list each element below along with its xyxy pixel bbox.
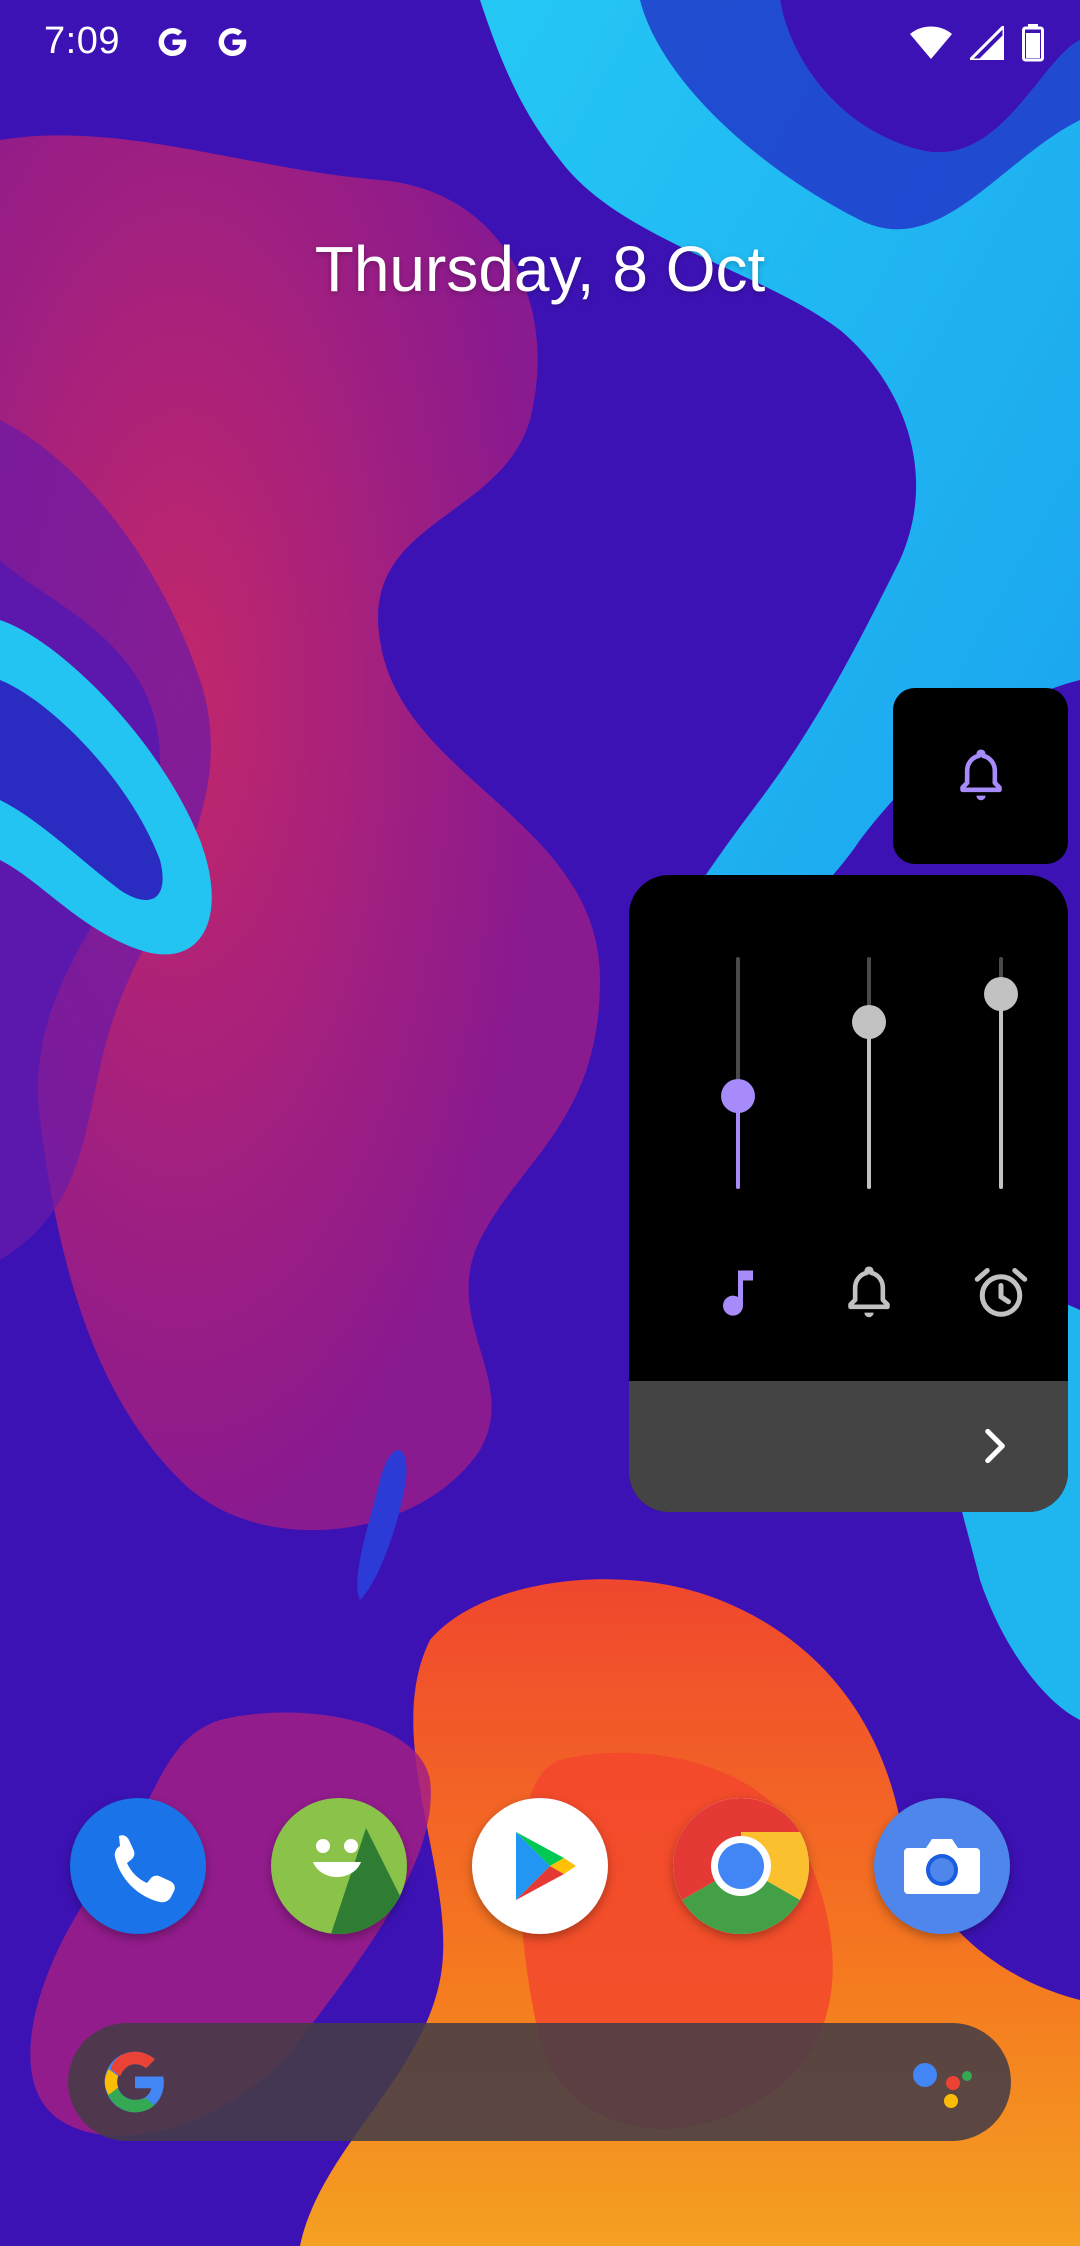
volume-panel [629,875,1068,1512]
google-g-icon [158,28,187,56]
status-time: 7:09 [44,20,120,62]
play-store-icon[interactable] [472,1798,608,1934]
status-bar: 7:09 [0,0,1080,90]
ring-volume-slider[interactable] [849,957,889,1189]
ringer-mode-button[interactable] [893,688,1068,864]
camera-icon[interactable] [874,1798,1010,1934]
battery-icon [1022,24,1044,62]
volume-settings-footer[interactable] [629,1381,1068,1512]
slider-fill [999,994,1003,1189]
home-screen: 7:09 Thursday, 8 Oct [0,0,1080,2246]
phone-icon[interactable] [70,1798,206,1934]
slider-thumb[interactable] [721,1079,755,1114]
cell-signal-icon [970,26,1004,60]
assistant-icon[interactable] [911,2057,975,2109]
lockscreen-date[interactable]: Thursday, 8 Oct [0,232,1080,306]
google-g-icon [218,28,247,56]
chrome-icon[interactable] [673,1798,809,1934]
bell-icon [959,749,1002,801]
bell-icon[interactable] [839,1263,899,1323]
google-search-bar[interactable] [68,2023,1011,2141]
wifi-icon [910,26,952,59]
alarm-clock-icon[interactable] [971,1263,1031,1323]
messaging-icon[interactable] [271,1798,407,1934]
alarm-volume-slider[interactable] [981,957,1021,1189]
chevron-right-icon[interactable] [969,1421,1019,1471]
music-note-icon[interactable] [708,1263,768,1323]
slider-thumb[interactable] [852,1004,886,1039]
slider-fill [867,1021,871,1189]
media-volume-slider[interactable] [718,957,758,1189]
google-logo-icon [104,2051,164,2113]
slider-thumb[interactable] [984,977,1018,1012]
